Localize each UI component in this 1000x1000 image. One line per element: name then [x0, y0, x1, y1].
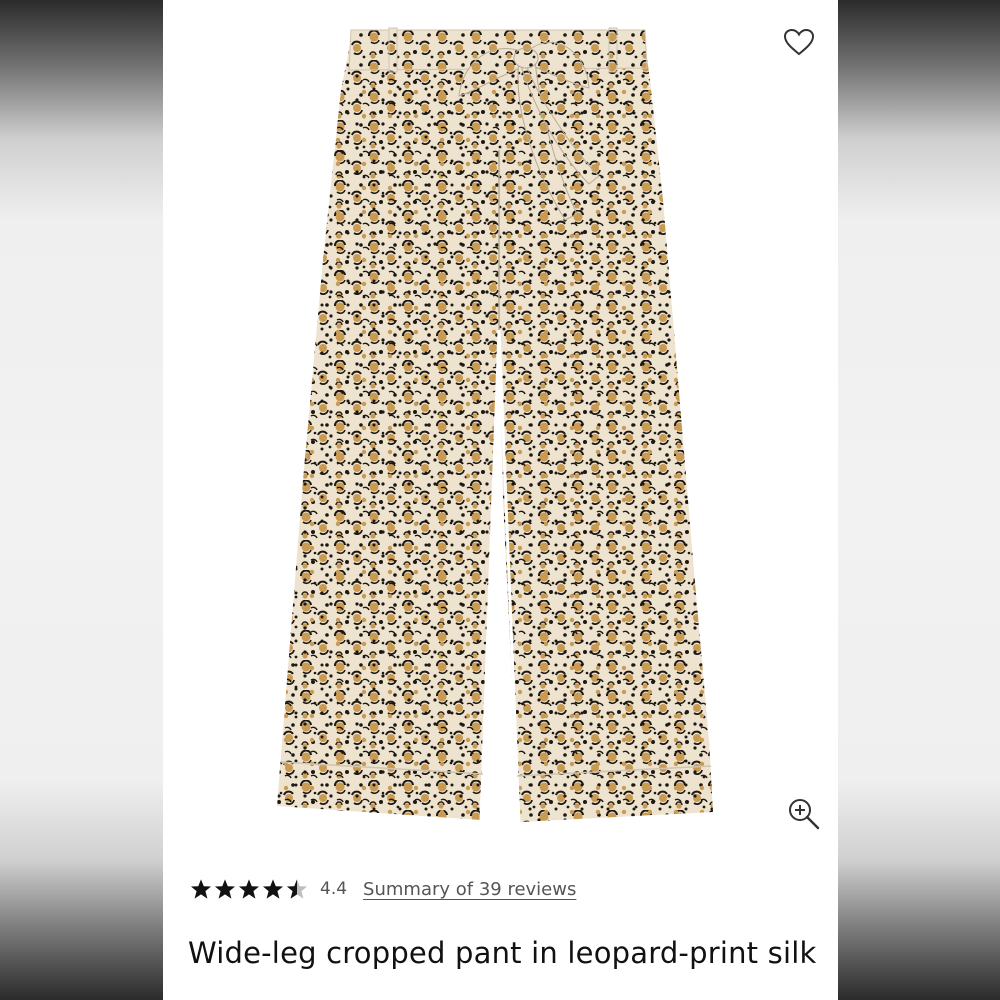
- star-filled-icon: [262, 879, 284, 899]
- product-info: 4.4 Summary of 39 reviews Wide-leg cropp…: [163, 850, 838, 1000]
- star-rating: [190, 878, 308, 900]
- zoom-button[interactable]: [786, 796, 822, 832]
- rating-row: 4.4 Summary of 39 reviews: [190, 878, 576, 900]
- product-image-area[interactable]: [163, 0, 838, 850]
- favorite-button[interactable]: [782, 26, 816, 58]
- rating-value: 4.4: [320, 879, 348, 899]
- star-filled-icon: [238, 879, 260, 899]
- background-right: [838, 0, 1000, 1000]
- star-filled-icon: [190, 879, 212, 899]
- zoom-in-icon: [789, 799, 820, 830]
- product-card: 4.4 Summary of 39 reviews Wide-leg cropp…: [163, 0, 838, 1000]
- pants-shape: [277, 27, 713, 823]
- star-half-icon: [286, 879, 308, 899]
- background-left: [0, 0, 163, 1000]
- reviews-summary-link[interactable]: Summary of 39 reviews: [363, 879, 576, 900]
- leopard-print-pants-image: [277, 27, 713, 823]
- product-title: Wide-leg cropped pant in leopard-print s…: [188, 936, 817, 970]
- star-filled-icon: [214, 879, 236, 899]
- heart-outline-icon: [783, 28, 815, 56]
